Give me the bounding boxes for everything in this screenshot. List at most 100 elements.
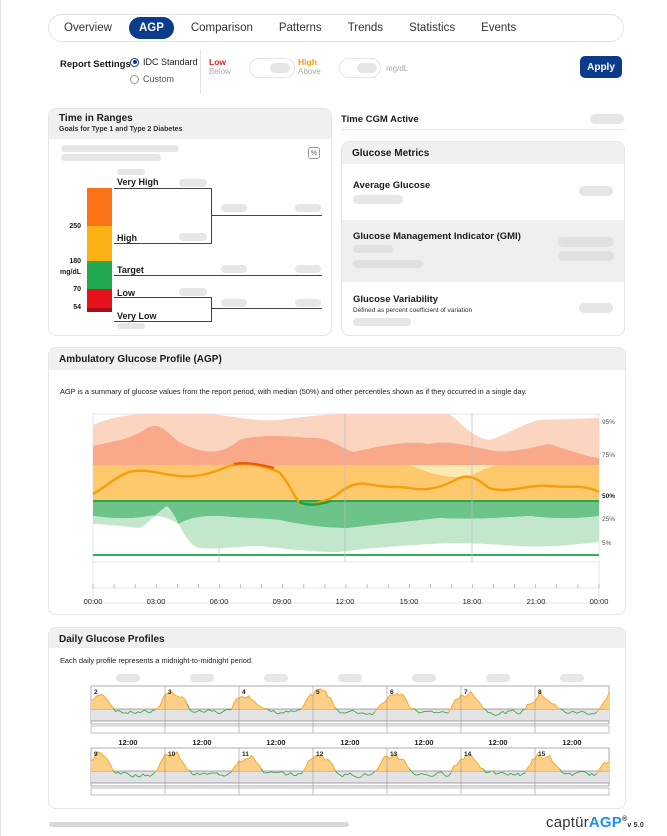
glucose-variability-section: Glucose Variability Defined as percent c… (342, 283, 624, 335)
very-high-value-placeholder (179, 179, 207, 187)
combined-high-goal-placeholder (295, 204, 321, 212)
tab-agp[interactable]: AGP (128, 17, 174, 39)
tab-overview[interactable]: Overview (55, 17, 121, 39)
percent-toggle-icon[interactable]: % (308, 147, 320, 159)
daily-day-label: 10 (168, 751, 176, 758)
report-settings-title: Report Settings (60, 59, 131, 70)
pct-label-50: 50% (602, 493, 615, 500)
low-threshold-label: Low (209, 57, 226, 67)
combined-high-leader (211, 215, 322, 216)
daily-day-label: 14 (464, 751, 472, 758)
gv-subtitle: Defined as percent coefficient of variat… (353, 307, 473, 314)
avg-glucose-value-placeholder (579, 186, 613, 196)
radio-unselected-icon (130, 74, 139, 84)
daily-chart: 2 3 4 5 6 7 8 9 12:00 10 12:00 11 12:00 12 12:00 13 12:… (90, 674, 610, 796)
cgm-active-title: Time CGM Active (341, 114, 419, 125)
pct-label-25: 25% (602, 516, 615, 523)
very-high-label: Very High (117, 177, 159, 187)
daily-week-2: 9 12:00 10 12:00 11 12:00 12 12:00 13 12:00 14 12:0… (90, 738, 610, 796)
daily-trace-segment (589, 713, 592, 715)
daily-date-placeholder (264, 674, 288, 682)
target-leader (114, 275, 322, 276)
tab-comparison[interactable]: Comparison (182, 17, 262, 39)
time-label: 00:00 (590, 597, 609, 606)
gmi-value-placeholder (558, 237, 614, 247)
high-leader (114, 243, 211, 244)
threshold-70: 70 (73, 286, 81, 293)
daily-trace-segment (201, 711, 205, 713)
tab-trends[interactable]: Trends (339, 17, 392, 39)
avg-glucose-placeholder (353, 195, 403, 204)
apply-button[interactable]: Apply (580, 56, 622, 78)
tir-title: Time in Ranges (59, 113, 133, 124)
daily-trace-segment (278, 771, 282, 773)
daily-day-label: 15 (538, 751, 546, 758)
threshold-250: 250 (69, 223, 81, 230)
high-value-placeholder (179, 233, 207, 241)
time-in-ranges-panel: Time in Ranges Goals for Type 1 and Type… (48, 108, 332, 336)
captur-agp-logo: captürAGP®v 5.0 (546, 814, 644, 831)
radio-custom-label: Custom (143, 74, 175, 84)
tab-patterns[interactable]: Patterns (270, 17, 331, 39)
gv-title: Glucose Variability (353, 294, 439, 305)
daily-date-placeholder (560, 674, 584, 682)
very-low-leader (114, 321, 211, 322)
daily-trace-segment (174, 694, 178, 697)
gmi-value-placeholder (558, 251, 614, 261)
radio-custom[interactable]: Custom (130, 74, 174, 84)
brand-name-light: captür (546, 814, 589, 831)
combined-high-placeholder (221, 204, 247, 212)
pct-label-5: 5% (602, 540, 612, 547)
daily-date-placeholder (116, 674, 140, 682)
placeholder (117, 323, 145, 329)
summary-placeholder (61, 154, 161, 161)
daily-trace-segment (359, 712, 363, 714)
daily-day-label: 3 (168, 689, 172, 696)
radio-idc-standard[interactable]: IDC Standard (130, 57, 198, 67)
daily-trace-segment (495, 773, 499, 775)
low-input-value-placeholder (270, 63, 290, 73)
daily-noon-label: 12:00 (118, 738, 137, 747)
tab-bar: Overview AGP Comparison Patterns Trends … (48, 14, 624, 42)
daily-target-band (91, 771, 609, 783)
daily-date-placeholder (338, 674, 362, 682)
gmi-section: Glucose Management Indicator (GMI) (342, 220, 624, 282)
bracket (211, 188, 212, 244)
daily-trace-segment (436, 711, 439, 714)
horizontal-scrollbar[interactable] (49, 822, 349, 827)
target-value-placeholder (221, 265, 247, 273)
tab-statistics[interactable]: Statistics (400, 17, 464, 39)
tir-subtitle: Goals for Type 1 and Type 2 Diabetes (59, 126, 183, 133)
daily-trace-segment (206, 709, 210, 711)
daily-trace-segment (214, 772, 217, 774)
time-label: 03:00 (147, 597, 166, 606)
daily-trace-segment (122, 712, 126, 714)
time-label: 12:00 (336, 597, 355, 606)
low-value-placeholder (179, 288, 207, 296)
daily-trace-segment (293, 774, 296, 777)
very-low-bar (87, 308, 112, 312)
high-input-value-placeholder (357, 63, 377, 73)
daily-trace-segment (275, 712, 279, 715)
low-leader (114, 297, 211, 298)
tab-events[interactable]: Events (472, 17, 525, 39)
daily-trace-segment (132, 712, 136, 714)
time-label: 21:00 (527, 597, 546, 606)
daily-noon-label: 12:00 (340, 738, 359, 747)
daily-trace-segment (571, 710, 575, 713)
high-label: High (117, 233, 137, 243)
pct-label-95: 95% (602, 419, 615, 426)
time-label: 09:00 (273, 597, 292, 606)
combined-low-leader (211, 308, 322, 309)
daily-date-placeholder (412, 674, 436, 682)
daily-target-band (91, 709, 609, 721)
brand-name-bold: AGP (588, 814, 622, 831)
bracket (211, 297, 212, 322)
daily-day-label: 4 (242, 689, 246, 696)
high-threshold-label: High (298, 57, 317, 67)
daily-noon-label: 12:00 (414, 738, 433, 747)
gv-placeholder (353, 318, 411, 326)
gmi-title: Glucose Management Indicator (GMI) (353, 231, 521, 242)
target-goal-placeholder (295, 265, 321, 273)
combined-low-placeholder (221, 299, 247, 307)
